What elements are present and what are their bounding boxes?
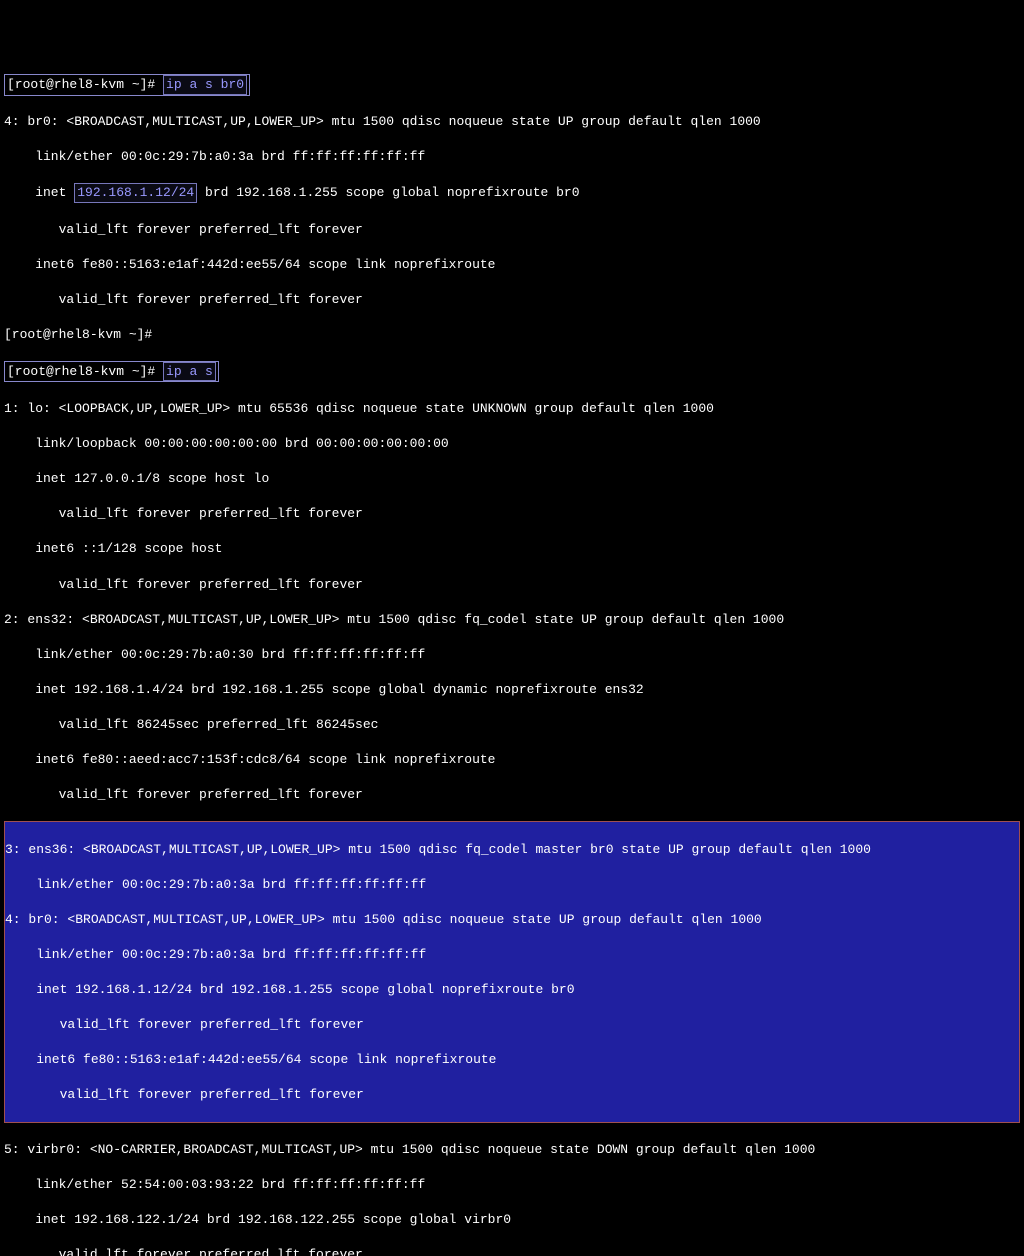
output-line: 4: br0: <BROADCAST,MULTICAST,UP,LOWER_UP… [5,911,1019,929]
highlighted-section: 3: ens36: <BROADCAST,MULTICAST,UP,LOWER_… [4,821,1020,1123]
terminal-line: [root@rhel8-kvm ~]# ip a s br0 [4,74,1020,96]
output-line: inet 192.168.1.4/24 brd 192.168.1.255 sc… [4,681,1020,699]
output-line: valid_lft forever preferred_lft forever [4,505,1020,523]
output-line: valid_lft forever preferred_lft forever [4,1246,1020,1256]
output-line: inet 192.168.122.1/24 brd 192.168.122.25… [4,1211,1020,1229]
shell-prompt: [root@rhel8-kvm ~]# ip a s [4,361,219,383]
ip-address: 192.168.1.12/24 [74,183,197,203]
output-line: valid_lft forever preferred_lft forever [4,291,1020,309]
output-line: valid_lft 86245sec preferred_lft 86245se… [4,716,1020,734]
output-line: link/ether 52:54:00:03:93:22 brd ff:ff:f… [4,1176,1020,1194]
output-line: valid_lft forever preferred_lft forever [5,1086,1019,1104]
output-line: inet6 fe80::5163:e1af:442d:ee55/64 scope… [5,1051,1019,1069]
output-line: 1: lo: <LOOPBACK,UP,LOWER_UP> mtu 65536 … [4,400,1020,418]
shell-prompt: [root@rhel8-kvm ~]# ip a s br0 [4,74,250,96]
output-line: valid_lft forever preferred_lft forever [4,576,1020,594]
command-text: ip a s [163,362,216,382]
output-line: inet6 fe80::5163:e1af:442d:ee55/64 scope… [4,256,1020,274]
output-line: 2: ens32: <BROADCAST,MULTICAST,UP,LOWER_… [4,611,1020,629]
output-line: inet 192.168.1.12/24 brd 192.168.1.255 s… [4,183,1020,203]
output-line: valid_lft forever preferred_lft forever [4,221,1020,239]
output-line: valid_lft forever preferred_lft forever [5,1016,1019,1034]
output-line: link/ether 00:0c:29:7b:a0:30 brd ff:ff:f… [4,646,1020,664]
output-line: link/ether 00:0c:29:7b:a0:3a brd ff:ff:f… [5,946,1019,964]
output-line: inet6 ::1/128 scope host [4,540,1020,558]
output-line: 5: virbr0: <NO-CARRIER,BROADCAST,MULTICA… [4,1141,1020,1159]
shell-prompt: [root@rhel8-kvm ~]# [4,326,1020,344]
output-line: link/loopback 00:00:00:00:00:00 brd 00:0… [4,435,1020,453]
output-line: valid_lft forever preferred_lft forever [4,786,1020,804]
output-line: link/ether 00:0c:29:7b:a0:3a brd ff:ff:f… [5,876,1019,894]
command-text: ip a s br0 [163,75,247,95]
output-line: inet6 fe80::aeed:acc7:153f:cdc8/64 scope… [4,751,1020,769]
output-line: 4: br0: <BROADCAST,MULTICAST,UP,LOWER_UP… [4,113,1020,131]
output-line: 3: ens36: <BROADCAST,MULTICAST,UP,LOWER_… [5,841,1019,859]
terminal-line: [root@rhel8-kvm ~]# ip a s [4,361,1020,383]
output-line: link/ether 00:0c:29:7b:a0:3a brd ff:ff:f… [4,148,1020,166]
output-line: inet 192.168.1.12/24 brd 192.168.1.255 s… [5,981,1019,999]
output-line: inet 127.0.0.1/8 scope host lo [4,470,1020,488]
